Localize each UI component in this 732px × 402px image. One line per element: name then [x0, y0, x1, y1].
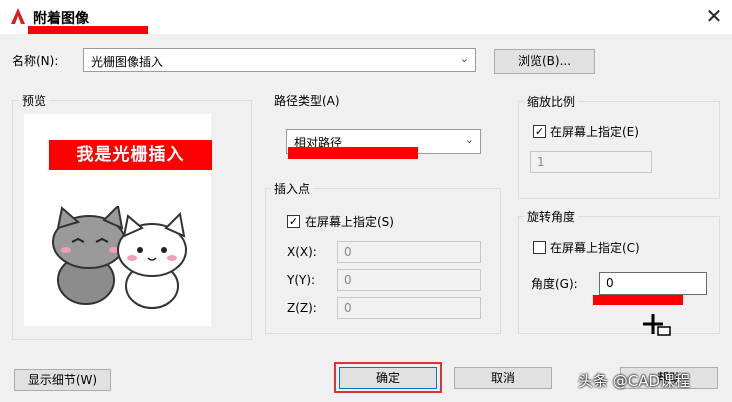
red-underline-mark: [288, 147, 418, 159]
x-value: 0: [344, 245, 352, 259]
red-underline-mark: [593, 295, 683, 305]
autocad-logo-icon: [11, 8, 25, 24]
name-value: 光栅图像插入: [91, 55, 164, 69]
browse-button-label: 浏览(B)...: [517, 54, 572, 68]
preview-banner: 我是光栅插入: [49, 140, 212, 170]
x-label: X(X):: [287, 245, 317, 259]
insert-point-title: 插入点: [271, 180, 314, 197]
show-details-label: 显示细节(W): [27, 373, 98, 387]
cancel-button[interactable]: 取消: [454, 367, 552, 389]
chevron-down-icon: ⌄: [459, 52, 469, 65]
y-field[interactable]: 0: [337, 269, 481, 291]
scale-specify-checkbox[interactable]: ✓: [533, 125, 546, 138]
scale-group: [518, 101, 720, 199]
angle-value: 0: [606, 276, 614, 290]
browse-button[interactable]: 浏览(B)...: [494, 49, 595, 74]
red-underline-mark: [28, 26, 148, 34]
x-field[interactable]: 0: [337, 241, 481, 263]
rotation-title: 旋转角度: [524, 208, 579, 225]
insert-specify-checkbox[interactable]: ✓: [287, 215, 300, 228]
insert-specify-label: 在屏幕上指定(S): [305, 215, 394, 229]
chevron-down-icon: ⌄: [464, 133, 474, 146]
cats-illustration-icon: [52, 206, 187, 309]
watermark-text: 头条 @CAD课程: [578, 372, 691, 390]
z-value: 0: [344, 301, 352, 315]
z-field[interactable]: 0: [337, 297, 481, 319]
ok-label: 确定: [375, 371, 400, 385]
y-label: Y(Y):: [287, 273, 316, 287]
close-button[interactable]: ✕: [700, 3, 728, 29]
scale-value: 1: [537, 155, 545, 169]
window-title: 附着图像: [33, 11, 89, 27]
crosshair-cursor-icon: [643, 314, 671, 336]
scale-specify-label: 在屏幕上指定(E): [550, 125, 639, 139]
preview-title: 预览: [19, 92, 50, 109]
rotation-specify-label: 在屏幕上指定(C): [550, 241, 640, 255]
path-type-title: 路径类型(A): [271, 92, 343, 109]
y-value: 0: [344, 273, 352, 287]
preview-image: 我是光栅插入: [24, 114, 212, 326]
scale-title: 缩放比例: [524, 93, 579, 110]
z-label: Z(Z):: [287, 301, 317, 315]
name-select[interactable]: 光栅图像插入 ⌄: [83, 48, 476, 72]
show-details-button[interactable]: 显示细节(W): [14, 369, 111, 391]
angle-field[interactable]: 0: [599, 272, 707, 295]
ok-button[interactable]: 确定: [339, 367, 437, 389]
rotation-specify-checkbox[interactable]: [533, 241, 546, 254]
angle-label: 角度(G):: [531, 277, 578, 291]
cancel-label: 取消: [490, 371, 515, 385]
name-label: 名称(N):: [12, 54, 59, 68]
scale-field[interactable]: 1: [530, 151, 652, 173]
